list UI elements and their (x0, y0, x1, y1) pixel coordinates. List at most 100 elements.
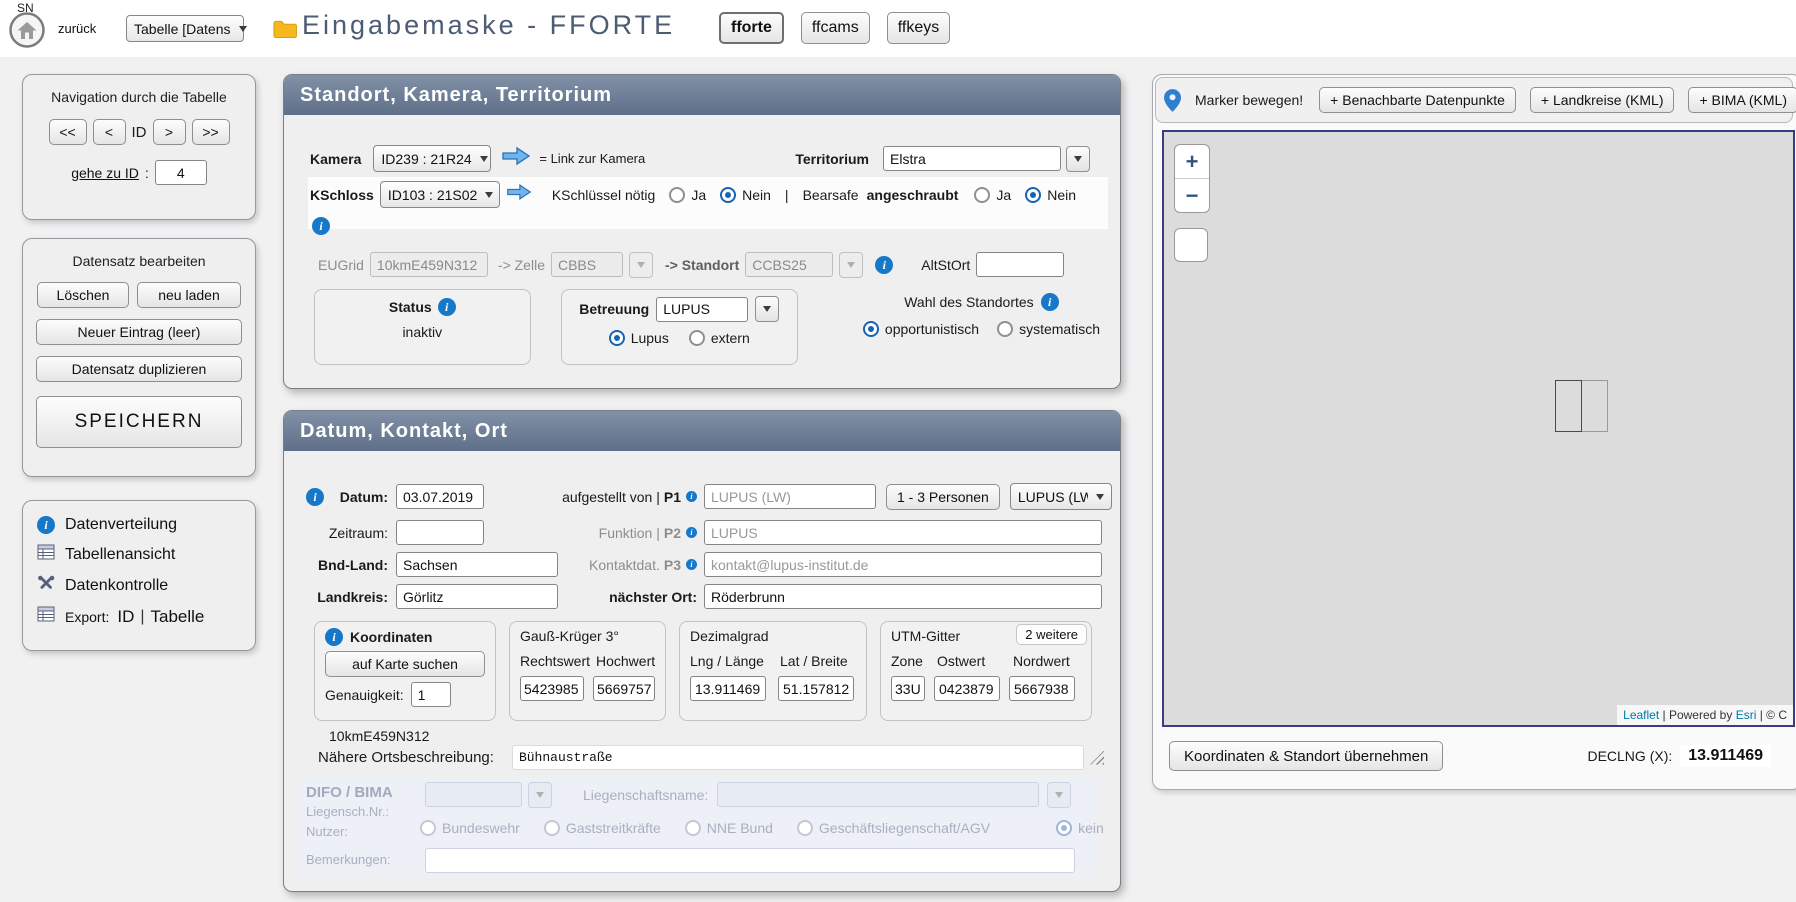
tab-ffcams[interactable]: ffcams (801, 12, 870, 44)
goto-id-colon: : (145, 165, 149, 181)
export-label: Export: (65, 609, 109, 625)
goto-id-input[interactable] (155, 160, 207, 185)
tab-fforte[interactable]: fforte (719, 12, 784, 44)
duplicate-button[interactable]: Datensatz duplizieren (36, 356, 242, 382)
wahl-opportunistisch-radio[interactable] (863, 321, 879, 337)
standort-info-icon[interactable]: i (875, 256, 893, 274)
page: SN zurück Tabelle [Datens Eingabemaske -… (0, 0, 1796, 902)
export-table-link[interactable]: Tabelle (151, 607, 205, 627)
genauigkeit-input[interactable] (411, 682, 451, 707)
utm-nordwert-input[interactable] (1009, 676, 1075, 701)
p1-info-icon[interactable]: i (686, 491, 697, 502)
last-record-button[interactable]: >> (192, 119, 230, 145)
betreuung-lupus-radio[interactable] (609, 330, 625, 346)
map-layers-control[interactable] (1174, 228, 1208, 262)
table-select[interactable]: Tabelle [Datens (126, 15, 244, 42)
eugrid-row: EUGrid -> Zelle -> Standort i AltStOrt (318, 251, 1100, 278)
status-info-icon[interactable]: i (438, 298, 456, 316)
kschloss-link-arrow-icon[interactable] (506, 183, 532, 206)
kschluessel-ja-radio[interactable] (669, 187, 685, 203)
map-zoom-control: + − (1174, 144, 1210, 213)
utm-more-button[interactable]: 2 weitere (1016, 624, 1087, 645)
chevron-down-icon (847, 262, 855, 268)
kschluessel-nein-radio[interactable] (720, 187, 736, 203)
sidebar-item-tabellenansicht[interactable]: Tabellenansicht (23, 539, 255, 570)
p3-info-icon[interactable]: i (686, 559, 697, 570)
territorium-input[interactable] (883, 146, 1061, 171)
first-record-button[interactable]: << (49, 119, 87, 145)
delete-button[interactable]: Löschen (37, 282, 129, 308)
bima-kml-button[interactable]: + BIMA (KML) (1688, 87, 1796, 113)
bearsafe-nein-radio[interactable] (1025, 187, 1041, 203)
ortsbeschreibung-label: Nähere Ortsbeschreibung: (318, 749, 494, 766)
new-entry-button[interactable]: Neuer Eintrag (leer) (36, 319, 242, 345)
datenpunkte-button[interactable]: + Benachbarte Datenpunkte (1319, 87, 1516, 113)
utm-ostwert-input[interactable] (934, 676, 1000, 701)
info-icon: i (37, 516, 55, 534)
map-canvas[interactable]: + − Leaflet | Powered by Esri | © C (1162, 130, 1795, 727)
page-title: Eingabemaske - FFORTE (302, 10, 675, 41)
p1-select[interactable]: LUPUS (LW (1010, 483, 1112, 510)
personen-button[interactable]: 1 - 3 Personen (886, 484, 1000, 510)
goto-id-link[interactable]: gehe zu ID (71, 165, 139, 181)
map-marker-placeholder[interactable] (1555, 380, 1608, 432)
p2-input[interactable] (704, 520, 1102, 545)
sidebar-item-datenkontrolle[interactable]: Datenkontrolle (23, 570, 255, 601)
bearsafe-ja-radio[interactable] (974, 187, 990, 203)
apply-coordinates-button[interactable]: Koordinaten & Standort übernehmen (1169, 741, 1443, 771)
datum-input[interactable] (396, 484, 484, 509)
resize-grip-icon[interactable] (1090, 751, 1104, 765)
liegenschaftsname-input (717, 782, 1039, 807)
bearsafe-nein-label: Nein (1047, 187, 1076, 203)
utm-zone-input[interactable] (891, 676, 925, 701)
leaflet-link[interactable]: Leaflet (1623, 708, 1659, 722)
naechster-ort-input[interactable] (704, 584, 1102, 609)
zeitraum-input[interactable] (396, 520, 484, 545)
reload-button[interactable]: neu laden (137, 282, 241, 308)
sidebar-item-datenverteilung[interactable]: i Datenverteilung (23, 511, 255, 539)
esri-link[interactable]: Esri (1736, 708, 1757, 722)
laenge-input[interactable] (690, 676, 766, 701)
wahl-info-icon[interactable]: i (1041, 293, 1059, 311)
kschloss-info-icon[interactable]: i (312, 217, 330, 235)
p3-input[interactable] (704, 552, 1102, 577)
dez-col1-label: Lng / Länge (690, 653, 768, 669)
kamera-select[interactable]: ID239 : 21R24 (373, 145, 491, 172)
gk-col1-label: Rechtswert (520, 653, 586, 669)
camera-link-hint: = Link zur Kamera (539, 151, 645, 166)
declng-value: 13.911469 (1680, 745, 1771, 767)
territorium-dropdown-button[interactable] (1066, 146, 1090, 172)
betreuung-dropdown-button[interactable] (755, 296, 779, 322)
export-id-link[interactable]: ID (117, 607, 134, 627)
landkreise-kml-button[interactable]: + Landkreise (KML) (1530, 87, 1675, 113)
prev-record-button[interactable]: < (93, 119, 126, 145)
wahl-systematisch-label: systematisch (1019, 321, 1100, 337)
datum-info-icon[interactable]: i (306, 488, 324, 506)
karte-suchen-button[interactable]: auf Karte suchen (325, 651, 485, 677)
betreuung-extern-radio[interactable] (689, 330, 705, 346)
breite-input[interactable] (778, 676, 854, 701)
nutzer-kein-radio (1056, 820, 1072, 836)
ortsbeschreibung-input[interactable] (512, 745, 1084, 770)
bearsafe-ja-label: Ja (996, 187, 1011, 203)
kschloss-select[interactable]: ID103 : 21S02 (380, 181, 500, 208)
koordinaten-info-icon[interactable]: i (325, 628, 343, 646)
map-pin-icon (1164, 89, 1181, 112)
camera-link-arrow-icon[interactable] (501, 146, 531, 171)
back-link[interactable]: zurück (58, 21, 96, 36)
zoom-in-button[interactable]: + (1175, 145, 1209, 179)
hochwert-input[interactable] (593, 676, 655, 701)
zeitraum-row: Zeitraum: Funktion | P2 i (292, 519, 1104, 546)
save-button[interactable]: SPEICHERN (36, 396, 242, 448)
wahl-systematisch-radio[interactable] (997, 321, 1013, 337)
home-icon[interactable] (8, 11, 46, 54)
tab-ffkeys[interactable]: ffkeys (887, 12, 951, 44)
p2-info-icon[interactable]: i (686, 527, 697, 538)
zoom-out-button[interactable]: − (1175, 179, 1209, 212)
rechtswert-input[interactable] (520, 676, 584, 701)
bemerkungen-input[interactable] (425, 848, 1075, 873)
p1-input[interactable] (704, 484, 876, 509)
altstort-input[interactable] (976, 252, 1064, 277)
next-record-button[interactable]: > (153, 119, 186, 145)
betreuung-input[interactable] (656, 297, 748, 322)
